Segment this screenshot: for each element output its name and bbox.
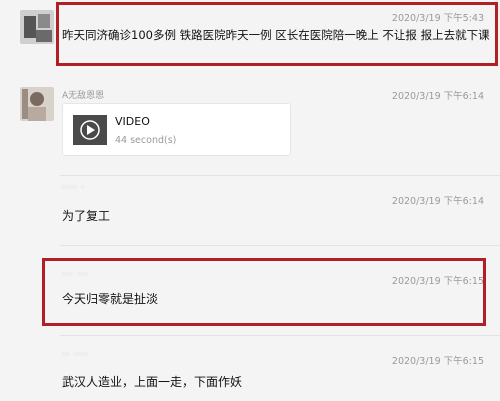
sender-name: A无敌恩恩 (62, 91, 105, 101)
video-thumbnail (73, 115, 107, 145)
highlight-box-message-4 (42, 258, 486, 326)
divider (60, 175, 500, 176)
message-timestamp: 2020/3/19 下午6:14 (391, 196, 484, 207)
avatar[interactable] (20, 87, 54, 121)
message-text: 武汉人造业，上面一走，下面作妖 (62, 375, 243, 389)
chat-history-screen: { "messages": [ { "sender": "", "timesta… (0, 0, 500, 401)
message-timestamp: 2020/3/19 下午6:14 (391, 91, 484, 102)
video-attachment[interactable]: VIDEO 44 second(s) (62, 103, 291, 156)
divider (60, 335, 500, 336)
highlight-box-message-1 (56, 2, 498, 66)
message-text: 为了复工 (62, 209, 111, 223)
message-timestamp: 2020/3/19 下午6:15 (391, 356, 484, 367)
divider (60, 245, 500, 246)
sender-name-blurred: ···· · (62, 183, 86, 193)
sender-name-blurred: ·· ···· (62, 350, 90, 360)
avatar[interactable] (20, 10, 54, 44)
avatar-image (20, 10, 54, 44)
avatar-image (20, 87, 54, 121)
play-icon (73, 115, 107, 145)
video-duration: 44 second(s) (115, 135, 177, 146)
video-title: VIDEO (115, 115, 150, 128)
